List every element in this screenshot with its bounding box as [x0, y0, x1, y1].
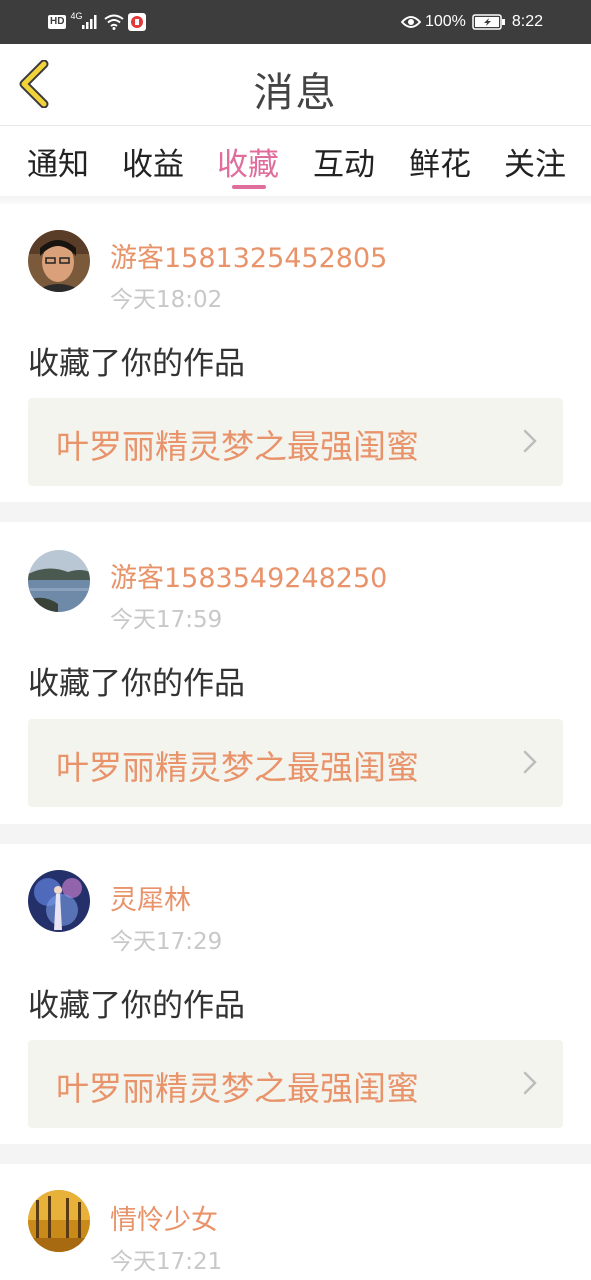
- tab-flowers[interactable]: 鲜花: [395, 139, 485, 184]
- username[interactable]: 游客1583549248250: [110, 556, 387, 595]
- page-title: 消息: [253, 70, 338, 116]
- tab-interactions[interactable]: 互动: [299, 139, 389, 184]
- timestamp: 今天17:29: [110, 929, 223, 955]
- active-tab-indicator: [232, 185, 266, 189]
- work-link[interactable]: 叶罗丽精灵梦之最强闺蜜: [28, 398, 563, 486]
- work-title: 叶罗丽精灵梦之最强闺蜜: [56, 748, 419, 787]
- username[interactable]: 情怜少女: [110, 1198, 218, 1237]
- list-item: 游客1583549248250 今天17:59 收藏了你的作品 叶罗丽精灵梦之最…: [0, 522, 591, 824]
- battery-percent: 100%: [424, 13, 466, 30]
- top-app-bar: 消息: [0, 44, 591, 126]
- username[interactable]: 灵犀林: [110, 878, 191, 917]
- signal-icon: [82, 15, 97, 29]
- work-link[interactable]: 叶罗丽精灵梦之最强闺蜜: [28, 719, 563, 807]
- tab-earnings[interactable]: 收益: [108, 139, 198, 184]
- avatar-photo: [28, 1190, 90, 1252]
- list-item: 游客1581325452805 今天18:02 收藏了你的作品 叶罗丽精灵梦之最…: [0, 204, 591, 502]
- hd-badge: HD: [48, 15, 67, 29]
- tab-bar: 通知 收益 收藏 互动 鲜花 关注: [0, 127, 591, 199]
- card-separator: [0, 502, 591, 522]
- chevron-right-icon: [523, 750, 537, 774]
- work-title: 叶罗丽精灵梦之最强闺蜜: [56, 1069, 419, 1108]
- card-separator: [0, 824, 591, 844]
- list-item: 灵犀林 今天17:29 收藏了你的作品 叶罗丽精灵梦之最强闺蜜: [0, 844, 591, 1144]
- avatar-photo: [28, 230, 90, 292]
- action-text: 收藏了你的作品: [28, 988, 245, 1024]
- action-text: 收藏了你的作品: [28, 346, 245, 382]
- timestamp: 今天18:02: [110, 287, 223, 313]
- clock: 8:22: [511, 13, 543, 30]
- card-separator: [0, 1144, 591, 1164]
- avatar[interactable]: [28, 230, 90, 292]
- network-type: 4G: [70, 11, 83, 21]
- timestamp: 今天17:59: [110, 607, 223, 633]
- work-link[interactable]: 叶罗丽精灵梦之最强闺蜜: [28, 1040, 563, 1128]
- tabs-divider: [0, 196, 591, 204]
- app-notification-icon: [128, 13, 147, 31]
- status-bar: HD 4G 100% 8:22: [0, 0, 591, 44]
- avatar[interactable]: [28, 870, 90, 932]
- work-title: 叶罗丽精灵梦之最强闺蜜: [56, 427, 419, 466]
- username[interactable]: 游客1581325452805: [110, 236, 387, 275]
- eye-icon: [400, 16, 421, 28]
- chevron-right-icon: [523, 1071, 537, 1095]
- avatar-photo: [28, 550, 90, 612]
- avatar[interactable]: [28, 1190, 90, 1252]
- chevron-right-icon: [523, 429, 537, 453]
- avatar[interactable]: [28, 550, 90, 612]
- tab-notifications[interactable]: 通知: [13, 139, 103, 184]
- battery-icon: [472, 14, 505, 30]
- list-item: 情怜少女 今天17:21: [0, 1164, 591, 1280]
- tab-favorites[interactable]: 收藏: [203, 139, 293, 184]
- wifi-icon: [104, 14, 125, 30]
- avatar-photo: [28, 870, 90, 932]
- status-right: 100% 8:22: [400, 11, 543, 33]
- action-text: 收藏了你的作品: [28, 666, 245, 702]
- timestamp: 今天17:21: [110, 1249, 223, 1275]
- tab-following[interactable]: 关注: [490, 139, 580, 184]
- status-left: HD 4G: [48, 11, 147, 33]
